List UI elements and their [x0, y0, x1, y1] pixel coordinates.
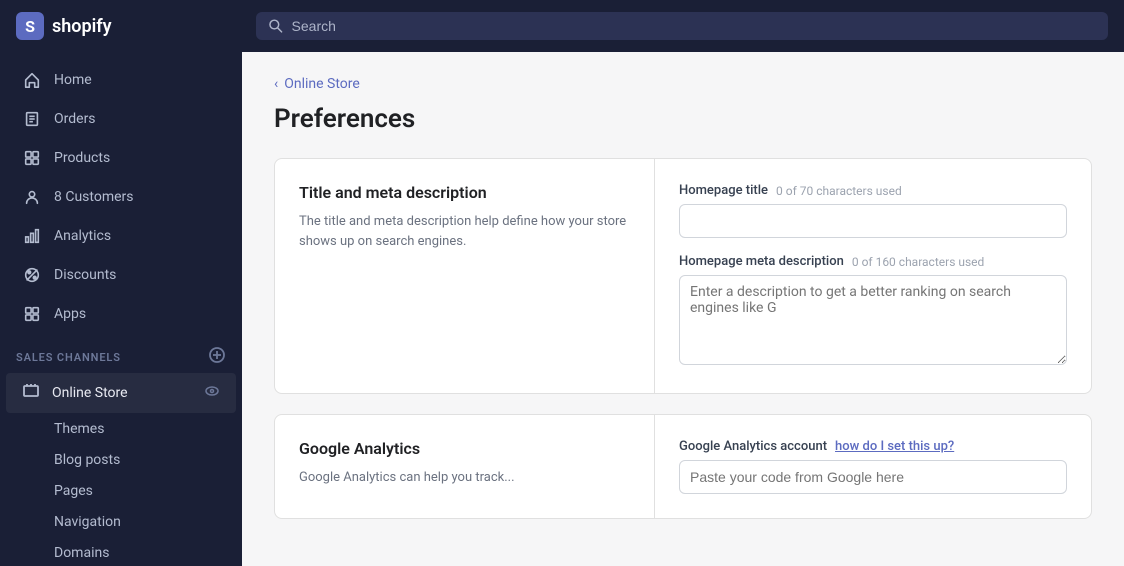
ga-account-group: Google Analytics account how do I set th…	[679, 439, 1067, 494]
orders-icon	[22, 109, 42, 129]
sidebar-item-orders-label: Orders	[54, 111, 96, 127]
homepage-title-input[interactable]	[679, 204, 1067, 238]
homepage-meta-label: Homepage meta description 0 of 160 chara…	[679, 254, 1067, 269]
homepage-meta-hint: 0 of 160 characters used	[852, 255, 984, 269]
sidebar-sub-themes[interactable]: Themes	[6, 414, 236, 444]
sidebar-sub-pages[interactable]: Pages	[6, 476, 236, 506]
customers-icon	[22, 187, 42, 207]
homepage-meta-group: Homepage meta description 0 of 160 chara…	[679, 254, 1067, 369]
sidebar-item-discounts[interactable]: Discounts	[6, 256, 236, 294]
sales-channels-header: SALES CHANNELS	[0, 334, 242, 372]
sidebar-item-home[interactable]: Home	[6, 61, 236, 99]
homepage-title-hint: 0 of 70 characters used	[776, 184, 902, 198]
top-bar: S shopify	[0, 0, 1124, 52]
sidebar-sub-navigation[interactable]: Navigation	[6, 507, 236, 537]
main-content: ‹ Online Store Preferences Title and met…	[242, 52, 1124, 566]
search-input[interactable]	[292, 18, 1096, 34]
sidebar-item-products-label: Products	[54, 150, 110, 166]
logo-area: S shopify	[16, 12, 256, 40]
breadcrumb-arrow: ‹	[274, 76, 278, 92]
breadcrumb[interactable]: ‹ Online Store	[274, 76, 1092, 92]
sidebar-item-apps-label: Apps	[54, 306, 86, 322]
page-title: Preferences	[274, 104, 1092, 134]
title-meta-section-title: Title and meta description	[299, 183, 630, 202]
ga-section-desc: Google Analytics can help you track...	[299, 468, 630, 488]
discounts-icon	[22, 265, 42, 285]
search-icon	[268, 18, 284, 34]
eye-icon[interactable]	[204, 383, 220, 403]
sidebar-item-online-store[interactable]: Online Store	[6, 373, 236, 413]
sidebar-item-apps[interactable]: Apps	[6, 295, 236, 333]
ga-section-title: Google Analytics	[299, 439, 630, 458]
svg-text:S: S	[25, 17, 35, 36]
homepage-meta-input[interactable]	[679, 275, 1067, 365]
ga-account-input[interactable]	[679, 460, 1067, 494]
home-icon	[22, 70, 42, 90]
sidebar-item-home-label: Home	[54, 72, 92, 88]
shopify-logo-icon: S	[16, 12, 44, 40]
title-meta-section-desc: The title and meta description help defi…	[299, 212, 630, 251]
logo-text: shopify	[52, 16, 112, 37]
sidebar-item-analytics[interactable]: Analytics	[6, 217, 236, 255]
sidebar-item-customers[interactable]: 8 Customers	[6, 178, 236, 216]
sidebar-item-orders[interactable]: Orders	[6, 100, 236, 138]
sidebar-item-discounts-label: Discounts	[54, 267, 116, 283]
search-bar[interactable]	[256, 12, 1108, 40]
google-analytics-card: Google Analytics Google Analytics can he…	[274, 414, 1092, 519]
sidebar-sub-domains[interactable]: Domains	[6, 538, 236, 566]
products-icon	[22, 148, 42, 168]
homepage-title-label: Homepage title 0 of 70 characters used	[679, 183, 1067, 198]
add-sales-channel-button[interactable]	[208, 346, 226, 368]
analytics-icon	[22, 226, 42, 246]
sidebar-item-customers-label: 8 Customers	[54, 189, 134, 205]
online-store-label: Online Store	[52, 385, 128, 401]
layout: Home Orders Products 8 Customers Analyti	[0, 52, 1124, 566]
sidebar-item-products[interactable]: Products	[6, 139, 236, 177]
online-store-icon	[22, 382, 40, 404]
title-meta-card: Title and meta description The title and…	[274, 158, 1092, 394]
sidebar-sub-blog-posts[interactable]: Blog posts	[6, 445, 236, 475]
sidebar-item-analytics-label: Analytics	[54, 228, 111, 244]
homepage-title-group: Homepage title 0 of 70 characters used	[679, 183, 1067, 238]
ga-account-label: Google Analytics account how do I set th…	[679, 439, 1067, 454]
breadcrumb-label: Online Store	[284, 76, 360, 92]
ga-account-help-link[interactable]: how do I set this up?	[835, 439, 954, 454]
apps-icon	[22, 304, 42, 324]
sidebar: Home Orders Products 8 Customers Analyti	[0, 52, 242, 566]
